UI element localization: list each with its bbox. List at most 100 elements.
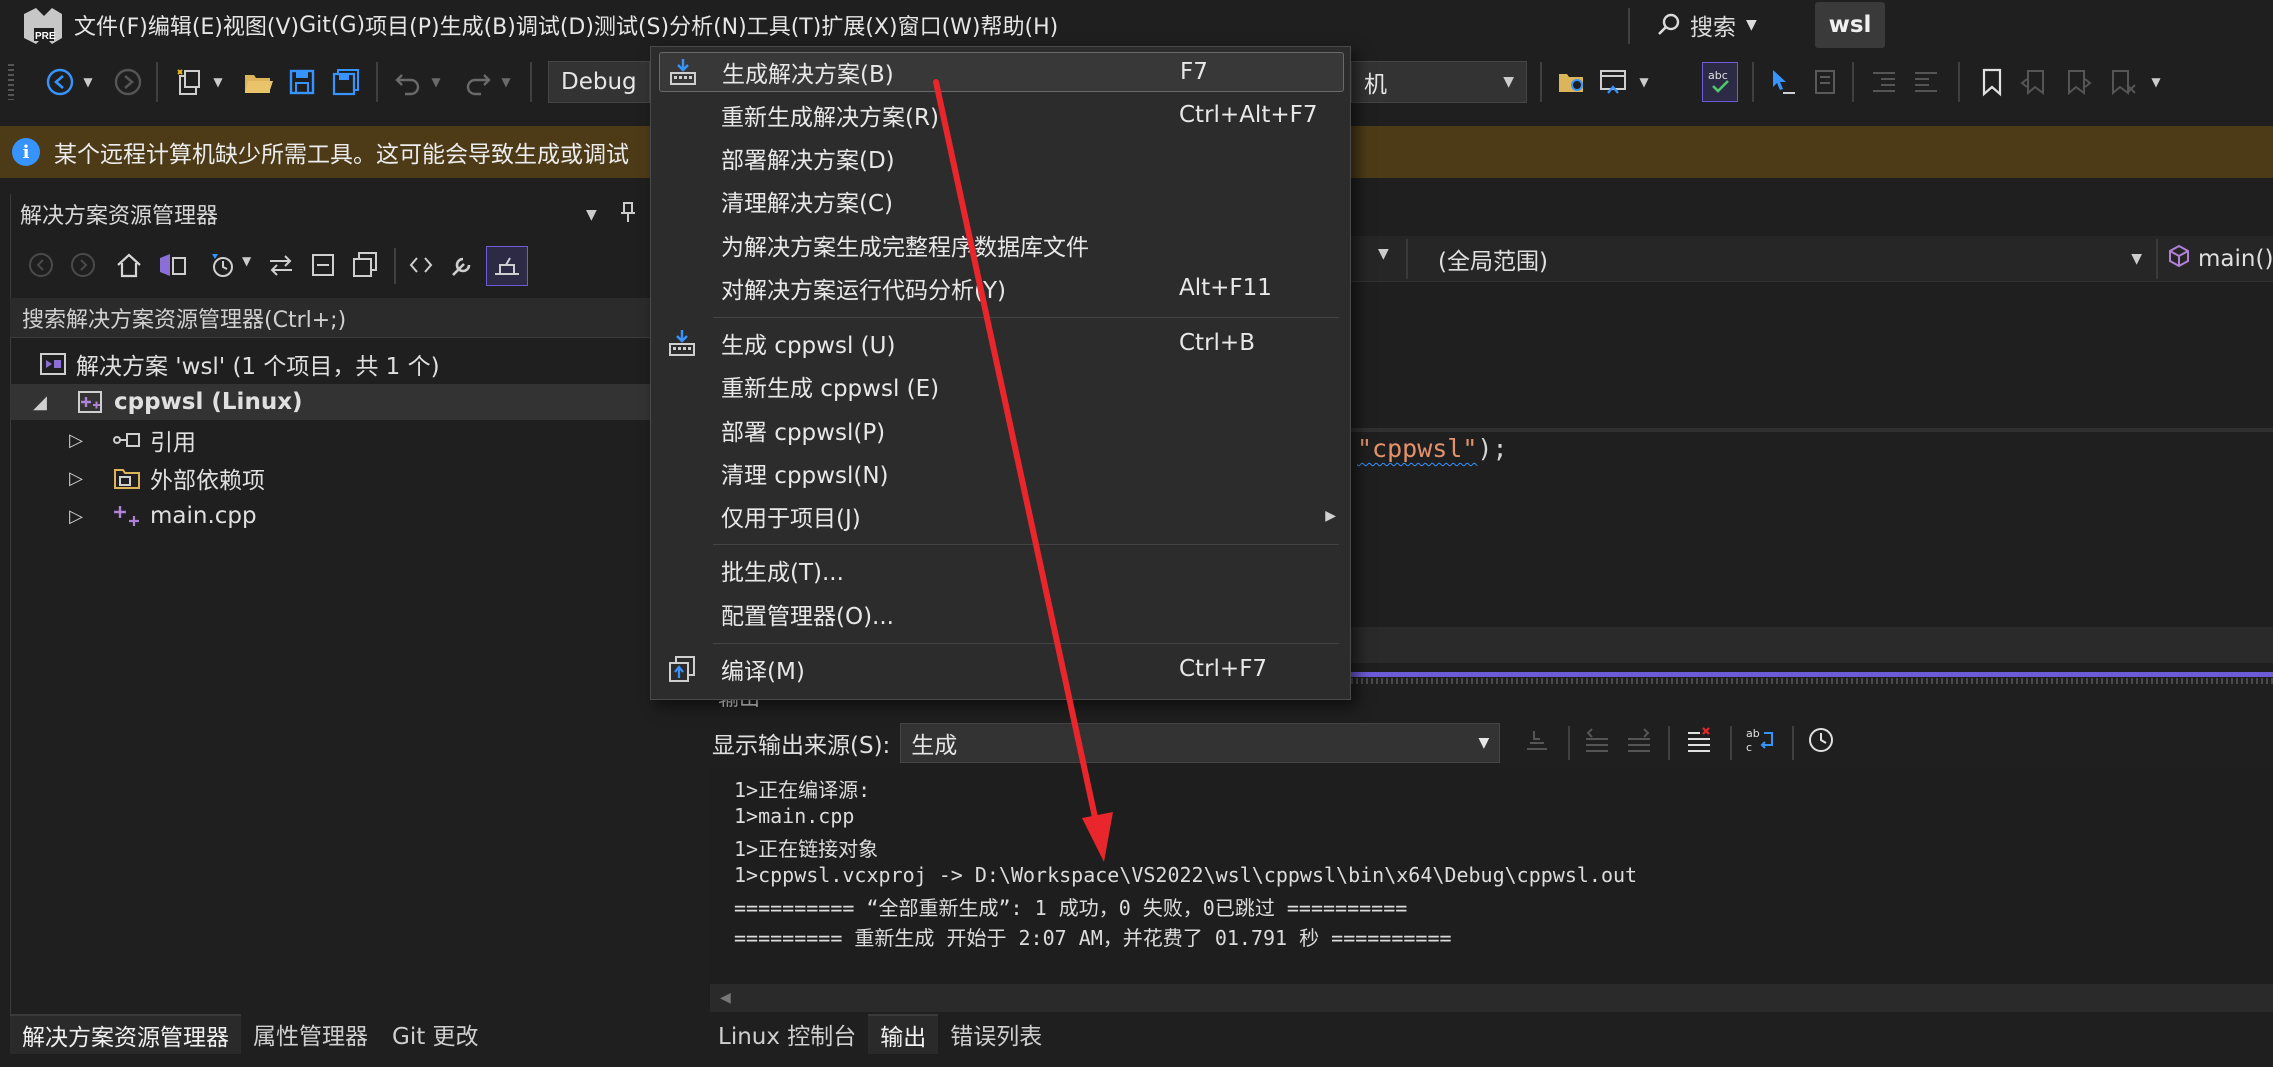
panel-drag-grip[interactable] bbox=[1351, 678, 2273, 684]
home-icon[interactable] bbox=[114, 250, 144, 286]
forward-icon[interactable] bbox=[110, 62, 146, 102]
menu-window[interactable]: 窗口(W) bbox=[898, 9, 981, 41]
clear-all-icon[interactable] bbox=[1684, 725, 1714, 761]
tree-item-solution[interactable]: 解决方案 'wsl' (1 个项目，共 1 个) bbox=[36, 346, 650, 382]
configuration-select[interactable]: Debug bbox=[548, 61, 650, 103]
properties-wrench-icon[interactable] bbox=[448, 250, 478, 286]
undo-dropdown-chevron-icon[interactable]: ▼ bbox=[426, 62, 446, 102]
menu-view[interactable]: 视图(V) bbox=[223, 9, 299, 41]
switch-views-icon[interactable] bbox=[156, 250, 188, 286]
tree-item-references[interactable]: ▷ 引用 bbox=[66, 422, 650, 458]
redo-dropdown-chevron-icon[interactable]: ▼ bbox=[496, 62, 516, 102]
back-dropdown-chevron-icon[interactable]: ▼ bbox=[78, 62, 98, 102]
menu-item-build-project[interactable]: 生成 cppwsl (U) Ctrl+B bbox=[659, 323, 1344, 363]
open-folder-icon[interactable] bbox=[240, 62, 276, 102]
menu-item-build-solution[interactable]: 生成解决方案(B) F7 bbox=[659, 52, 1344, 92]
tree-item-main-cpp[interactable]: ▷ main.cpp bbox=[66, 498, 650, 534]
menu-item-clean-project[interactable]: 清理 cppwsl(N) bbox=[659, 453, 1344, 493]
menu-help[interactable]: 帮助(H) bbox=[980, 9, 1058, 41]
search-button[interactable]: 搜索 ▼ bbox=[1656, 8, 1757, 42]
menu-item-rebuild-solution[interactable]: 重新生成解决方案(R) Ctrl+Alt+F7 bbox=[659, 95, 1344, 135]
find-message-in-code-icon[interactable] bbox=[1522, 725, 1552, 761]
output-horizontal-scrollbar[interactable]: ◀ bbox=[710, 984, 2273, 1012]
collapsed-triangle-icon[interactable]: ▷ bbox=[66, 506, 86, 527]
toolbar-grip[interactable] bbox=[8, 64, 14, 100]
menu-git[interactable]: Git(G) bbox=[299, 13, 365, 38]
sync-with-active-document-icon[interactable] bbox=[266, 250, 296, 286]
menu-item-compile[interactable]: 编译(M) Ctrl+F7 bbox=[659, 649, 1344, 689]
menu-item-clean-solution[interactable]: 清理解决方案(C) bbox=[659, 181, 1344, 221]
se-forward-icon[interactable] bbox=[68, 250, 98, 286]
code-view-icon[interactable] bbox=[406, 250, 436, 286]
pending-changes-filter-icon[interactable] bbox=[208, 250, 238, 286]
solution-name-badge[interactable]: wsl bbox=[1815, 2, 1885, 48]
next-message-icon[interactable] bbox=[1624, 725, 1654, 761]
menu-file[interactable]: 文件(F) bbox=[74, 9, 148, 41]
solution-explorer-search-input[interactable]: 搜索解决方案资源管理器(Ctrl+;) bbox=[10, 298, 650, 338]
filter-chevron-down-icon[interactable]: ▼ bbox=[242, 254, 251, 268]
menu-item-configuration-manager[interactable]: 配置管理器(O)... bbox=[659, 594, 1344, 634]
next-bookmark-icon[interactable] bbox=[2060, 62, 2096, 102]
menu-item-project-only[interactable]: 仅用于项目(J) ▶ bbox=[659, 496, 1344, 536]
target-machine-select[interactable]: 机 ▼ bbox=[1351, 61, 1527, 103]
se-back-icon[interactable] bbox=[26, 250, 56, 286]
menu-item-rebuild-project[interactable]: 重新生成 cppwsl (E) bbox=[659, 366, 1344, 406]
panel-menu-chevron-icon[interactable]: ▼ bbox=[586, 207, 597, 223]
menu-test[interactable]: 测试(S) bbox=[594, 9, 669, 41]
previous-bookmark-icon[interactable] bbox=[2016, 62, 2052, 102]
menu-extensions[interactable]: 扩展(X) bbox=[821, 9, 897, 41]
bookmark-icon[interactable] bbox=[1974, 62, 2010, 102]
back-icon[interactable] bbox=[42, 62, 78, 102]
folder-search-icon[interactable] bbox=[1554, 62, 1590, 102]
browser-link-icon[interactable] bbox=[1596, 62, 1632, 102]
menu-item-batch-build[interactable]: 批生成(T)... bbox=[659, 550, 1344, 590]
undo-icon[interactable] bbox=[390, 62, 426, 102]
collapsed-triangle-icon[interactable]: ▷ bbox=[66, 468, 86, 489]
redo-icon[interactable] bbox=[460, 62, 496, 102]
function-select[interactable]: main() bbox=[2160, 239, 2273, 279]
preview-selected-items-icon[interactable] bbox=[486, 246, 528, 286]
project-scope-chevron-icon[interactable]: ▼ bbox=[1378, 246, 1389, 262]
show-all-files-icon[interactable] bbox=[350, 250, 380, 286]
browser-dropdown-chevron-icon[interactable]: ▼ bbox=[1634, 62, 1654, 102]
menu-edit[interactable]: 编辑(E) bbox=[148, 9, 223, 41]
spell-check-icon[interactable]: abc bbox=[1702, 62, 1738, 102]
menu-build[interactable]: 生成(B) bbox=[440, 9, 516, 41]
menu-item-deploy-project[interactable]: 部署 cppwsl(P) bbox=[659, 410, 1344, 450]
save-icon[interactable] bbox=[284, 62, 320, 102]
tab-git-changes[interactable]: Git 更改 bbox=[380, 1014, 491, 1054]
tab-solution-explorer[interactable]: 解决方案资源管理器 bbox=[10, 1014, 241, 1054]
collapse-all-icon[interactable] bbox=[308, 250, 338, 286]
save-all-icon[interactable] bbox=[328, 62, 364, 102]
toolbar-overflow-chevron-icon[interactable]: ▼ bbox=[2146, 62, 2166, 102]
toggle-word-wrap-icon[interactable]: ab c bbox=[1744, 725, 1776, 761]
new-project-icon[interactable] bbox=[172, 62, 208, 102]
select-cursor-icon[interactable] bbox=[1764, 62, 1800, 102]
tree-item-project[interactable]: ◢ cppwsl (Linux) bbox=[10, 384, 650, 420]
tab-error-list[interactable]: 错误列表 bbox=[938, 1014, 1054, 1054]
menu-analyze[interactable]: 分析(N) bbox=[669, 9, 747, 41]
comment-icon[interactable] bbox=[1808, 62, 1844, 102]
tab-property-manager[interactable]: 属性管理器 bbox=[241, 1014, 380, 1054]
collapsed-triangle-icon[interactable]: ▷ bbox=[66, 430, 86, 451]
expanded-triangle-icon[interactable]: ◢ bbox=[30, 392, 50, 413]
pin-icon[interactable] bbox=[619, 200, 637, 229]
outdent-icon[interactable] bbox=[1866, 62, 1902, 102]
show-timestamps-clock-icon[interactable] bbox=[1806, 725, 1836, 761]
new-dropdown-chevron-icon[interactable]: ▼ bbox=[208, 62, 228, 102]
tab-output[interactable]: 输出 bbox=[868, 1014, 939, 1054]
code-line[interactable]: "cppwsl"); bbox=[1357, 434, 1508, 463]
tree-item-external-dependencies[interactable]: ▷ 外部依赖项 bbox=[66, 460, 650, 496]
menu-debug[interactable]: 调试(D) bbox=[516, 9, 594, 41]
previous-message-icon[interactable] bbox=[1582, 725, 1612, 761]
menu-item-deploy-solution[interactable]: 部署解决方案(D) bbox=[659, 138, 1344, 178]
scope-select[interactable]: (全局范围) ▼ bbox=[1412, 239, 2152, 279]
menu-item-run-code-analysis[interactable]: 对解决方案运行代码分析(Y) Alt+F11 bbox=[659, 268, 1344, 308]
menu-item-generate-full-pdb[interactable]: 为解决方案生成完整程序数据库文件 bbox=[659, 225, 1344, 265]
clear-bookmarks-icon[interactable] bbox=[2104, 62, 2140, 102]
tab-linux-console[interactable]: Linux 控制台 bbox=[706, 1014, 868, 1054]
indent-icon[interactable] bbox=[1908, 62, 1944, 102]
scroll-left-icon[interactable]: ◀ bbox=[720, 990, 731, 1006]
menu-project[interactable]: 项目(P) bbox=[365, 9, 439, 41]
menu-tools[interactable]: 工具(T) bbox=[747, 9, 822, 41]
